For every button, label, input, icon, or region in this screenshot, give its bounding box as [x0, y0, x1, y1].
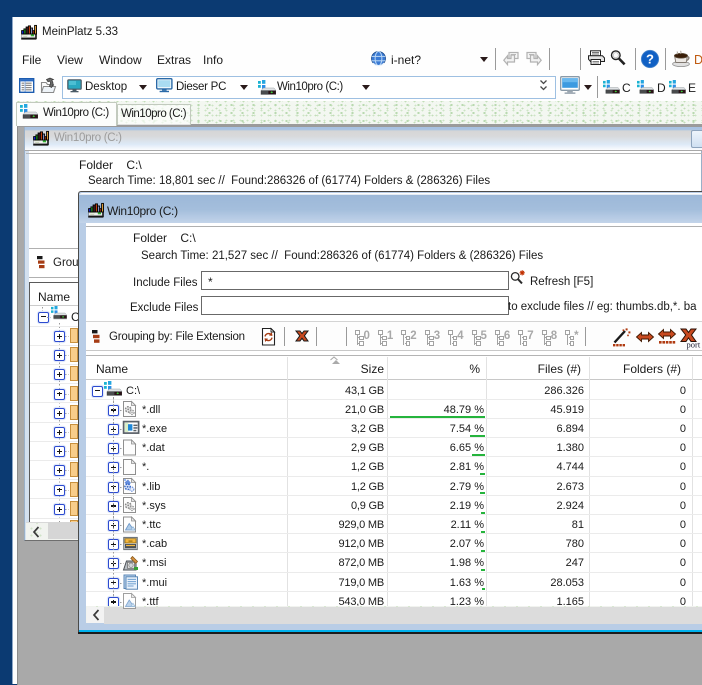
svg-text:port: port [687, 340, 701, 350]
svg-text:?: ? [646, 51, 654, 66]
